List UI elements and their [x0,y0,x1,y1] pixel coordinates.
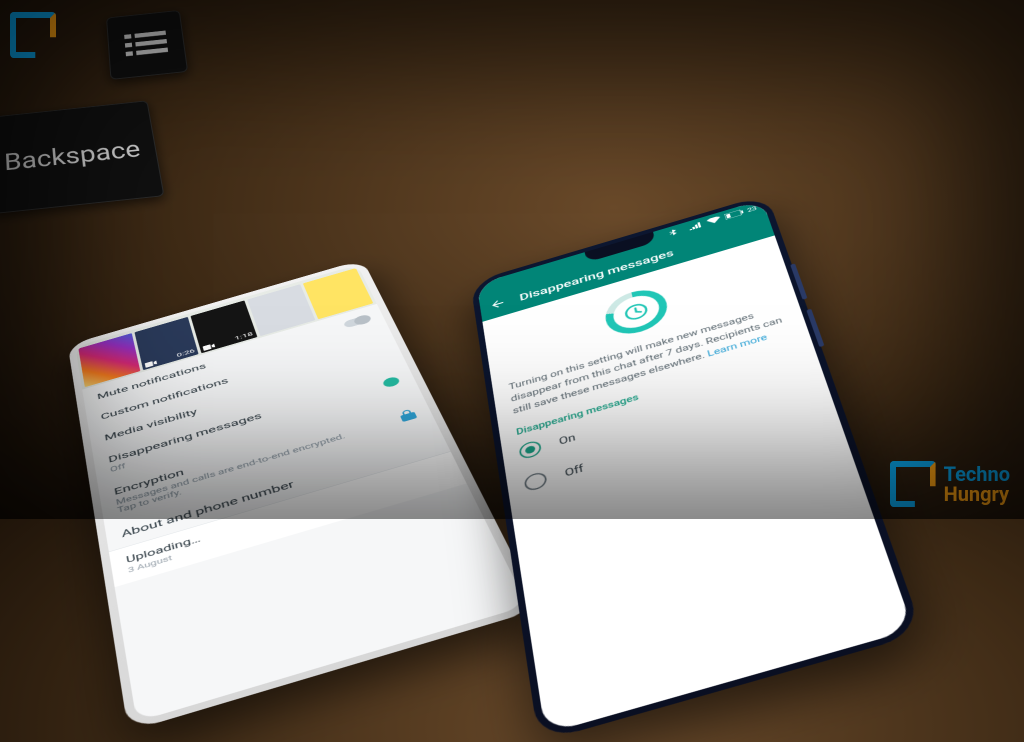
signal-icon [688,221,703,230]
clock-icon [621,299,652,324]
list-icon [124,30,168,59]
lock-icon [398,408,417,422]
brand-text-line1: Techno [944,464,1010,484]
back-arrow-icon[interactable] [489,296,507,312]
wifi-icon [706,216,721,225]
phone-left-screen: 0:26 1:18 Mute notifications Custom noti… [75,265,527,722]
phone-right: 23 Disappearing messages Turning on this… [470,194,923,742]
brand-mark-icon [10,12,56,58]
video-icon [145,360,158,368]
key-label: Backspace [4,135,143,176]
battery-percent: 23 [746,205,757,214]
toggle-switch[interactable] [343,315,371,329]
phone-right-screen: 23 Disappearing messages Turning on this… [477,200,914,734]
phone-left: 0:26 1:18 Mute notifications Custom noti… [68,259,541,731]
keyboard-key-list [106,10,188,80]
brand-mark-icon [890,461,936,507]
radio-icon [523,471,547,493]
radio-label: On [558,431,576,447]
keyboard-key-backspace: Backspace [0,100,165,214]
radio-label: Off [564,462,585,479]
video-icon [203,343,216,351]
brand-logo [10,12,56,58]
brand-logo: Techno Hungry [890,461,1010,507]
radio-icon [518,439,542,460]
status-dot-icon [382,376,401,389]
brand-text-line2: Hungry [944,484,1010,504]
